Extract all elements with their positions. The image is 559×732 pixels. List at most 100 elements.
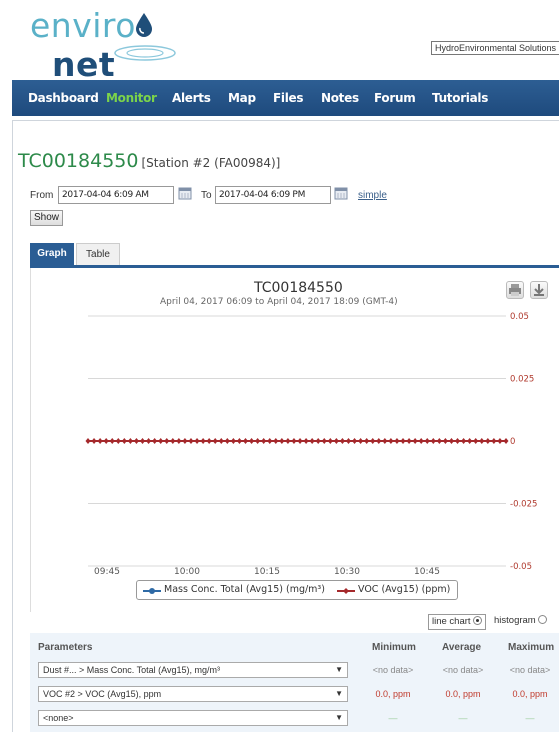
voc-data-point xyxy=(309,438,315,444)
site-header: environet HydroEnvironmental Solutions xyxy=(0,0,559,84)
voc-data-point xyxy=(170,438,176,444)
voc-data-point xyxy=(97,438,103,444)
voc-data-point xyxy=(291,438,297,444)
voc-data-point xyxy=(279,438,285,444)
row3-avg: — xyxy=(458,713,468,723)
voc-data-point xyxy=(461,438,467,444)
voc-data-point xyxy=(364,438,370,444)
tab-graph[interactable]: Graph xyxy=(30,243,74,265)
voc-data-point xyxy=(303,438,309,444)
row1-max: <no data> xyxy=(509,665,551,675)
voc-data-point xyxy=(218,438,224,444)
voc-data-point xyxy=(352,438,358,444)
voc-data-point xyxy=(455,438,461,444)
voc-data-point xyxy=(388,438,394,444)
voc-data-point xyxy=(448,438,454,444)
voc-data-point xyxy=(436,438,442,444)
histogram-option[interactable]: histogram xyxy=(494,614,547,630)
print-chart-button[interactable] xyxy=(506,281,524,299)
voc-data-point xyxy=(121,438,127,444)
voc-data-point xyxy=(255,438,261,444)
calendar-icon[interactable] xyxy=(334,186,348,200)
nav-files[interactable]: Files xyxy=(273,80,304,116)
row1-avg: <no data> xyxy=(442,665,484,675)
col-header-parameters: Parameters xyxy=(38,642,93,653)
line-chart-radio[interactable] xyxy=(472,616,482,625)
voc-data-point xyxy=(194,438,200,444)
y-tick-label: 0 xyxy=(510,437,515,447)
download-icon xyxy=(534,284,544,296)
logo-word-bold: net xyxy=(52,45,116,84)
voc-data-point xyxy=(236,438,242,444)
nav-alerts[interactable]: Alerts xyxy=(172,80,211,116)
voc-data-point xyxy=(358,438,364,444)
calendar-icon[interactable] xyxy=(178,186,192,200)
nav-tutorials[interactable]: Tutorials xyxy=(432,80,488,116)
y-tick-label: -0.05 xyxy=(510,562,532,572)
to-date-input[interactable]: 2017-04-04 6:09 PM xyxy=(215,186,331,204)
nav-dashboard[interactable]: Dashboard xyxy=(28,80,99,116)
voc-data-point xyxy=(146,438,152,444)
voc-data-point xyxy=(412,438,418,444)
x-tick-label: 10:00 xyxy=(174,567,200,577)
tab-table[interactable]: Table xyxy=(76,243,120,265)
voc-data-point xyxy=(285,438,291,444)
row1-min: <no data> xyxy=(372,665,414,675)
partner-label[interactable]: HydroEnvironmental Solutions xyxy=(431,41,559,55)
voc-data-point xyxy=(333,438,339,444)
voc-data-point xyxy=(321,438,327,444)
simple-mode-link[interactable]: simple xyxy=(358,190,387,201)
station-subtitle: [Station #2 (FA00984)] xyxy=(141,156,281,170)
voc-data-point xyxy=(127,438,133,444)
voc-data-point xyxy=(91,438,97,444)
y-tick-label: 0.05 xyxy=(510,312,529,322)
voc-data-point xyxy=(261,438,267,444)
chevron-down-icon: ▼ xyxy=(335,713,343,722)
chevron-down-icon: ▼ xyxy=(335,665,343,674)
voc-data-point xyxy=(327,438,333,444)
from-date-input[interactable]: 2017-04-04 6:09 AM xyxy=(58,186,174,204)
from-label: From xyxy=(30,190,54,201)
voc-data-point xyxy=(442,438,448,444)
parameter-select-1[interactable]: Dust #... > Mass Conc. Total (Avg15), mg… xyxy=(38,662,348,678)
voc-data-point xyxy=(212,438,218,444)
row2-max: 0.0, ppm xyxy=(512,689,548,699)
show-button[interactable]: Show xyxy=(30,210,64,226)
legend-item-mass-conc[interactable]: Mass Conc. Total (Avg15) (mg/m³) xyxy=(164,581,325,599)
line-chart-label: line chart xyxy=(432,616,471,627)
line-chart-option[interactable]: line chart xyxy=(428,614,486,630)
nav-monitor[interactable]: Monitor xyxy=(106,80,157,116)
voc-data-point xyxy=(206,438,212,444)
col-header-average: Average xyxy=(442,642,482,653)
parameter-select-3[interactable]: <none> ▼ xyxy=(38,710,348,726)
station-id: TC00184550 xyxy=(18,150,139,172)
x-tick-label: 10:30 xyxy=(334,567,360,577)
histogram-radio[interactable] xyxy=(537,615,547,624)
voc-data-point xyxy=(400,438,406,444)
water-ripple-icon xyxy=(114,45,176,61)
voc-data-point xyxy=(479,438,485,444)
nav-forum[interactable]: Forum xyxy=(374,80,416,116)
voc-data-point xyxy=(115,438,121,444)
voc-data-point xyxy=(188,438,194,444)
legend-item-voc[interactable]: VOC (Avg15) (ppm) xyxy=(358,581,450,599)
y-tick-label: -0.025 xyxy=(510,500,537,510)
nav-notes[interactable]: Notes xyxy=(321,80,359,116)
voc-data-point xyxy=(109,438,115,444)
nav-map[interactable]: Map xyxy=(228,80,256,116)
parameter-select-2[interactable]: VOC #2 > VOC (Avg15), ppm ▼ xyxy=(38,686,348,702)
x-tick-label: 10:15 xyxy=(254,567,280,577)
voc-data-point xyxy=(430,438,436,444)
x-tick-label: 10:45 xyxy=(414,567,440,577)
voc-data-point xyxy=(345,438,351,444)
legend-mass-marker xyxy=(143,588,161,594)
col-header-maximum: Maximum xyxy=(508,642,555,653)
voc-data-point xyxy=(200,438,206,444)
voc-data-point xyxy=(273,438,279,444)
voc-data-point xyxy=(503,438,509,444)
voc-data-point xyxy=(224,438,230,444)
voc-data-point xyxy=(164,438,170,444)
download-chart-button[interactable] xyxy=(530,281,548,299)
legend-voc-marker xyxy=(337,588,355,594)
voc-data-point xyxy=(406,438,412,444)
